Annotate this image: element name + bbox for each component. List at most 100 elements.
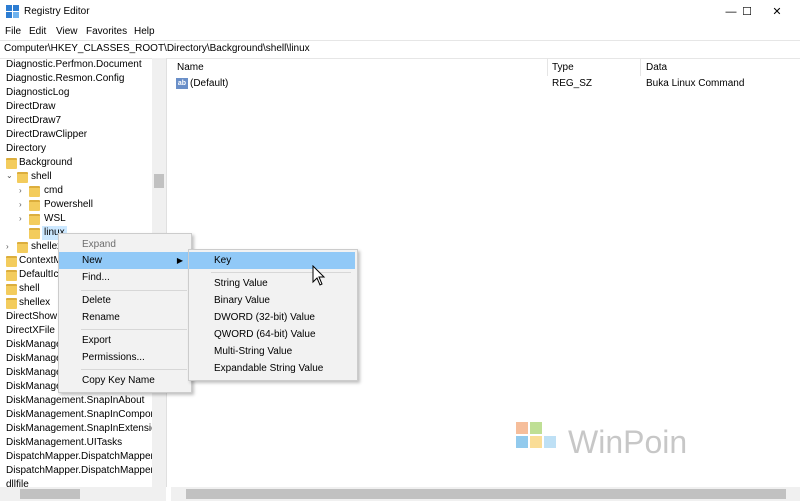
window-title: Registry Editor	[24, 6, 90, 17]
column-divider[interactable]	[640, 58, 641, 76]
folder-icon	[29, 200, 40, 211]
tree-item[interactable]: Diagnostic.Perfmon.Document	[6, 58, 142, 72]
folder-icon	[6, 270, 17, 281]
tree-hscroll-thumb[interactable]	[20, 489, 80, 499]
menu-separator	[81, 329, 187, 330]
menu-item-expand[interactable]: Expand	[59, 236, 191, 253]
submenu-item-binary-value[interactable]: Binary Value	[189, 292, 357, 309]
watermark-text: WinPoin	[568, 424, 688, 460]
folder-icon	[29, 228, 40, 239]
registry-editor-icon	[6, 5, 20, 19]
context-menu: Expand New ▶ Find... Delete Rename Expor…	[58, 233, 192, 393]
tree-item-powershell[interactable]: Powershell	[44, 198, 93, 212]
menu-item-find[interactable]: Find...	[59, 269, 191, 286]
submenu-item-key[interactable]: Key	[189, 252, 355, 269]
menu-bar: File Edit View Favorites Help	[0, 24, 800, 40]
chevron-right-icon[interactable]: ›	[19, 214, 22, 223]
folder-icon	[6, 298, 17, 309]
menu-separator	[81, 290, 187, 291]
string-value-icon: ab	[176, 78, 188, 89]
column-divider[interactable]	[547, 58, 548, 76]
menu-help[interactable]: Help	[134, 26, 155, 37]
tree-item[interactable]: DiskManagement.SnapInExtension	[6, 422, 162, 436]
tree-scroll-thumb[interactable]	[154, 174, 164, 188]
submenu-item-qword-value[interactable]: QWORD (64-bit) Value	[189, 326, 357, 343]
folder-icon	[6, 284, 17, 295]
address-bar[interactable]: Computer\HKEY_CLASSES_ROOT\Directory\Bac…	[0, 40, 800, 59]
tree-item[interactable]: DispatchMapper.DispatchMapper.1	[6, 464, 162, 478]
submenu-item-dword-value[interactable]: DWORD (32-bit) Value	[189, 309, 357, 326]
menu-separator	[81, 369, 187, 370]
menu-item-copy-key-name[interactable]: Copy Key Name	[59, 372, 191, 389]
title-bar	[0, 0, 800, 24]
tree-item[interactable]: DirectDraw	[6, 100, 55, 114]
chevron-right-icon[interactable]: ›	[19, 186, 22, 195]
list-hscroll-thumb[interactable]	[186, 489, 786, 499]
tree-item-background[interactable]: Background	[19, 156, 72, 170]
tree-item[interactable]: DiskManage	[6, 366, 62, 380]
submenu-item-expandable-string-value[interactable]: Expandable String Value	[189, 360, 357, 377]
folder-icon	[29, 186, 40, 197]
menu-item-delete[interactable]: Delete	[59, 292, 191, 309]
tree-item[interactable]: DispatchMapper.DispatchMapper	[6, 450, 154, 464]
column-header-type[interactable]: Type	[552, 62, 574, 73]
tree-item[interactable]: DiskManage	[6, 380, 62, 394]
tree-item[interactable]: Directory	[6, 142, 46, 156]
mouse-cursor-icon	[312, 264, 326, 287]
menu-edit[interactable]: Edit	[29, 26, 46, 37]
logo-square	[530, 422, 542, 434]
folder-icon	[6, 256, 17, 267]
menu-file[interactable]: File	[5, 26, 21, 37]
folder-icon	[29, 214, 40, 225]
tree-item[interactable]: DiskManagement.SnapInComponer	[6, 408, 165, 422]
tree-item[interactable]: DirectShow	[6, 310, 57, 324]
tree-item[interactable]: DiagnosticLog	[6, 86, 69, 100]
tree-item[interactable]: DiskManage	[6, 352, 62, 366]
menu-view[interactable]: View	[56, 26, 78, 37]
winpoin-watermark: WinPoin	[516, 420, 716, 464]
close-button[interactable]: ✕	[754, 0, 800, 24]
folder-icon	[6, 158, 17, 169]
column-header-name[interactable]: Name	[177, 62, 204, 73]
logo-square	[516, 422, 528, 434]
tree-item[interactable]: dllfile	[6, 478, 29, 487]
tree-item[interactable]: DirectXFile	[6, 324, 55, 338]
address-path: Computer\HKEY_CLASSES_ROOT\Directory\Bac…	[4, 43, 310, 54]
menu-favorites[interactable]: Favorites	[86, 26, 127, 37]
value-name[interactable]: (Default)	[190, 78, 228, 89]
tree-item[interactable]: DirectDrawClipper	[6, 128, 87, 142]
menu-item-rename[interactable]: Rename	[59, 309, 191, 326]
column-header-data[interactable]: Data	[646, 62, 667, 73]
menu-item-permissions[interactable]: Permissions...	[59, 349, 191, 366]
logo-square	[544, 436, 556, 448]
chevron-right-icon[interactable]: ›	[19, 200, 22, 209]
menu-item-new[interactable]: New ▶	[59, 252, 189, 269]
tree-item[interactable]: shellex	[19, 296, 50, 310]
submenu-item-multi-string-value[interactable]: Multi-String Value	[189, 343, 357, 360]
tree-item[interactable]: DefaultIc	[19, 268, 58, 282]
menu-item-new-label: New	[82, 255, 103, 266]
new-submenu: Key String Value Binary Value DWORD (32-…	[188, 249, 358, 381]
menu-separator	[211, 272, 351, 273]
menu-item-export[interactable]: Export	[59, 332, 191, 349]
tree-item[interactable]: DiskManagement.SnapInAbout	[6, 394, 144, 408]
chevron-down-icon[interactable]: ⌄	[6, 171, 13, 180]
logo-square	[530, 436, 542, 448]
tree-item[interactable]: ContextM	[19, 254, 62, 268]
folder-icon	[17, 172, 28, 183]
chevron-right-icon[interactable]: ›	[6, 242, 9, 251]
tree-item[interactable]: DirectDraw7	[6, 114, 61, 128]
value-data: Buka Linux Command	[646, 78, 745, 89]
submenu-item-string-value[interactable]: String Value	[189, 275, 357, 292]
submenu-arrow-icon: ▶	[176, 256, 183, 265]
tree-item[interactable]: Diagnostic.Resmon.Config	[6, 72, 124, 86]
tree-item-shell[interactable]: shell	[31, 170, 52, 184]
tree-item[interactable]: shell	[19, 282, 40, 296]
folder-icon	[17, 242, 28, 253]
logo-square	[516, 436, 528, 448]
tree-item[interactable]: DiskManage	[6, 338, 62, 352]
tree-item-wsl[interactable]: WSL	[44, 212, 66, 226]
tree-item-cmd[interactable]: cmd	[44, 184, 63, 198]
tree-item[interactable]: DiskManagement.UITasks	[6, 436, 122, 450]
value-type: REG_SZ	[552, 78, 593, 89]
